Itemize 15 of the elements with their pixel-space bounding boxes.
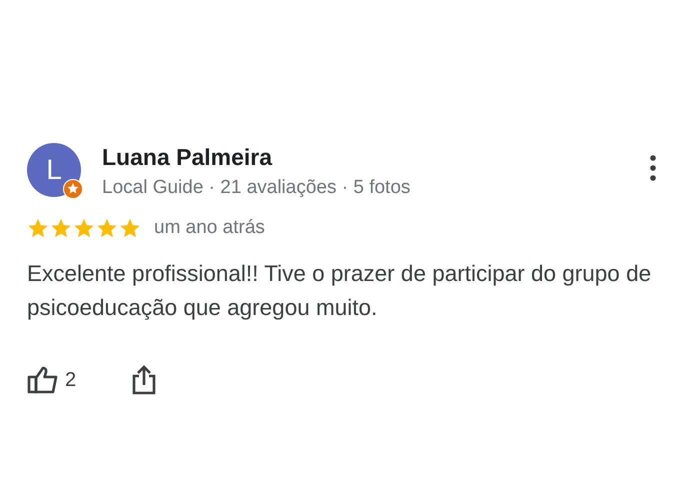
like-button[interactable]: [27, 365, 59, 395]
star-icon: [96, 217, 118, 239]
share-button[interactable]: [132, 365, 156, 395]
star-icon: [119, 217, 141, 239]
review-text: Excelente profissional!! Tive o prazer de participar do grupo de psicoeducação que agregou muito.: [27, 260, 652, 322]
author-meta: Local Guide · 21 avaliações · 5 fotos: [102, 177, 412, 199]
more-options-icon[interactable]: [650, 155, 656, 181]
star-icon: [73, 217, 95, 239]
author-name[interactable]: Luana Palmeira: [102, 144, 650, 171]
star-icon: [27, 217, 49, 239]
review-time: um ano atrás: [154, 217, 265, 239]
like-count: 2: [65, 368, 76, 392]
star-badge-icon: [63, 179, 83, 199]
avatar-initial: L: [46, 154, 62, 186]
star-icon: [50, 217, 72, 239]
